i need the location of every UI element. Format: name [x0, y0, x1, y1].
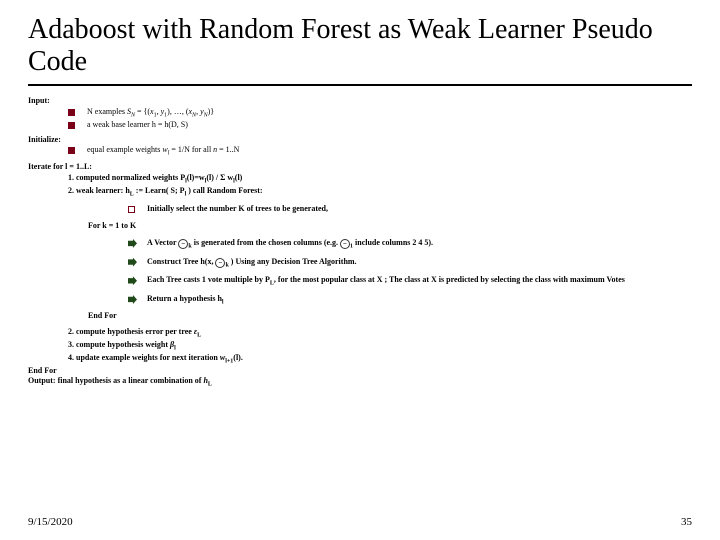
rf-return-line: Return a hypothesis hl	[128, 294, 692, 307]
end-for-inner: End For	[88, 311, 692, 322]
bullet-square-icon	[68, 122, 75, 129]
rf-construct-line: Construct Tree h(x, k ) Using any Decisi…	[128, 257, 692, 270]
for-k-header: For k = 1 to K	[88, 221, 692, 232]
step-error: 2. compute hypothesis error per tree εL	[68, 327, 692, 340]
vec-b: is generated from the chosen columns (e.…	[192, 238, 340, 247]
construct-b: ) Using any Decision Tree Algorithm.	[231, 257, 357, 266]
theta-icon	[178, 239, 188, 249]
initialize-item-text: equal example weights wl = 1/N for all n…	[87, 145, 692, 158]
bullet-square-icon	[68, 109, 75, 116]
slide-title: Adaboost with Random Forest as Weak Lear…	[28, 14, 692, 78]
step-1: 1. computed normalized weights Pl(l)=wl(…	[68, 173, 692, 186]
step-weight: 3. compute hypothesis weight βl	[68, 340, 692, 353]
rf-each-tree-line: Each Tree casts 1 vote multiple by PL, f…	[128, 275, 692, 288]
arrow-right-icon	[128, 276, 137, 285]
input-item-1: N examples SN = {(x1, y1), …, (xN, yN)}	[68, 107, 692, 120]
vec-c: include columns 2 4 5).	[353, 238, 433, 247]
end-for-outer: End For	[28, 366, 692, 377]
arrow-right-icon	[128, 239, 137, 248]
input-item-2-text: a weak base learner h = h(D, S)	[87, 120, 692, 131]
algorithm-body: Input: N examples SN = {(x1, y1), …, (xN…	[28, 96, 692, 389]
rf-each-tree-text: Each Tree casts 1 vote multiple by PL, f…	[147, 275, 692, 288]
rf-vector-line: A Vector k is generated from the chosen …	[128, 238, 692, 251]
output-line: Output: final hypothesis as a linear com…	[28, 376, 692, 389]
iterate-header: Iterate for l = 1..L:	[28, 162, 692, 173]
rf-initial-k-text: Initially select the number K of trees t…	[147, 204, 692, 215]
input-item-1-text: N examples SN = {(x1, y1), …, (xN, yN)}	[87, 107, 692, 120]
slide-footer: 9/15/2020 35	[28, 516, 692, 528]
input-header: Input:	[28, 96, 692, 107]
footer-date: 9/15/2020	[28, 516, 73, 528]
step-2: 2. weak learner: hL := Learn( S; Pl ) ca…	[68, 186, 692, 199]
rf-initial-k: Initially select the number K of trees t…	[128, 204, 692, 215]
rf-construct-line-text: Construct Tree h(x, k ) Using any Decisi…	[147, 257, 692, 270]
initialize-item: equal example weights wl = 1/N for all n…	[68, 145, 692, 158]
arrow-right-icon	[128, 258, 137, 267]
bullet-hollow-square-icon	[128, 206, 135, 213]
footer-page: 35	[681, 516, 692, 528]
initialize-header: Initialize:	[28, 135, 692, 146]
theta-icon	[340, 239, 350, 249]
rf-vector-line-text: A Vector k is generated from the chosen …	[147, 238, 692, 251]
step-update: 4. update example weights for next itera…	[68, 353, 692, 366]
title-rule	[28, 84, 692, 86]
theta-icon	[215, 258, 225, 268]
arrow-right-icon	[128, 295, 137, 304]
input-item-2: a weak base learner h = h(D, S)	[68, 120, 692, 131]
rf-return-text: Return a hypothesis hl	[147, 294, 692, 307]
bullet-square-icon	[68, 147, 75, 154]
vec-a: A Vector	[147, 238, 178, 247]
slide: Adaboost with Random Forest as Weak Lear…	[0, 0, 720, 540]
construct-a: Construct Tree h(x,	[147, 257, 215, 266]
